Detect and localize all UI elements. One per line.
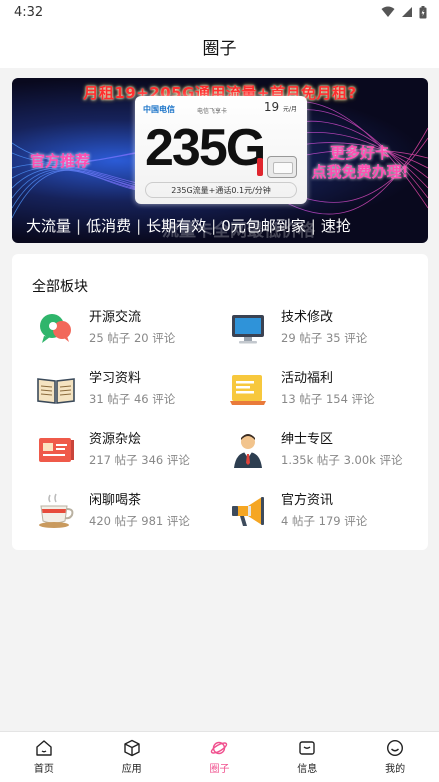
tab-label: 信息 <box>297 764 318 775</box>
board-name: 技术修改 <box>281 310 334 325</box>
board-item-chat-tea[interactable]: 闲聊喝茶 420 帖子 981 评论 <box>36 489 226 539</box>
status-icons <box>381 5 427 19</box>
cube-icon <box>123 739 140 757</box>
board-stats: 420 帖子 981 评论 <box>89 514 190 528</box>
wifi-icon <box>381 6 395 17</box>
promo-banner[interactable]: 月租19+205G通用流量+首月免月租? 中国电信 电信飞享卡 19 元/月 2… <box>12 78 428 243</box>
page-title-bar: 圈子 <box>0 24 439 68</box>
banner-right-text: 更多好卡 点我免费办理! <box>311 144 409 181</box>
page-title: 圈子 <box>202 38 237 59</box>
signal-icon <box>402 7 412 17</box>
board-name: 官方资讯 <box>281 493 334 508</box>
tab-home[interactable]: 首页 <box>0 732 88 782</box>
board-item-official-news[interactable]: 官方资讯 4 帖子 179 评论 <box>228 489 418 539</box>
board-name: 闲聊喝茶 <box>89 493 142 508</box>
board-stats: 25 帖子 20 评论 <box>89 331 176 345</box>
sim-big-text: 235G <box>145 119 266 177</box>
banner-left-text: 官方推荐 <box>30 152 91 170</box>
message-icon <box>299 741 315 755</box>
sim-chip-icon <box>267 156 297 178</box>
board-item-activity-benefit[interactable]: 活动福利 13 帖子 154 评论 <box>228 367 418 417</box>
home-icon <box>36 740 52 756</box>
megaphone-icon <box>232 497 264 526</box>
board-stats: 217 帖子 346 评论 <box>89 453 190 467</box>
board-stats: 4 帖子 179 评论 <box>281 514 368 528</box>
gentleman-icon <box>234 434 262 468</box>
chat-bubble-icon <box>40 314 71 343</box>
sim-type-label: 电信飞享卡 <box>197 108 228 115</box>
tab-label: 首页 <box>33 764 54 775</box>
sim-price: 19 元/月 <box>263 100 297 114</box>
open-book-icon <box>37 378 75 404</box>
board-stats: 13 帖子 154 评论 <box>281 392 375 406</box>
board-name: 开源交流 <box>89 310 142 325</box>
status-time: 4:32 <box>14 4 44 20</box>
tab-apps[interactable]: 应用 <box>88 732 176 782</box>
tab-me[interactable]: 我的 <box>351 732 439 782</box>
tab-label: 圈子 <box>209 764 230 775</box>
board-stats: 31 帖子 46 评论 <box>89 392 176 406</box>
tea-cup-icon <box>39 493 74 528</box>
banner-tag: 大流量 <box>26 217 72 235</box>
board-item-resource-mix[interactable]: 资源杂烩 217 帖子 346 评论 <box>36 428 226 478</box>
monitor-icon <box>232 315 264 344</box>
board-name: 绅士专区 <box>281 432 334 447</box>
board-item-tech-mod[interactable]: 技术修改 29 帖子 35 评论 <box>228 306 418 356</box>
tab-label: 我的 <box>385 764 406 775</box>
banner-tag: 低消费 <box>86 217 132 235</box>
sim-red-tag <box>257 158 263 176</box>
tab-label: 应用 <box>121 764 142 775</box>
slideshow-icon <box>39 438 74 462</box>
section-title: 全部板块 <box>32 279 88 295</box>
sim-card-graphic: 中国电信 电信飞享卡 19 元/月 235G 235G流量+通话0.1元/分钟 <box>135 96 307 204</box>
board-item-gentleman-zone[interactable]: 绅士专区 1.35k 帖子 3.00k 评论 <box>228 428 418 478</box>
boards-card: 全部板块 开源交流 25 帖子 20 评论 技术修改 29 帖子 35 评论 学… <box>12 254 428 550</box>
banner-tags: 大流量 | 低消费 | 长期有效 | 0元包邮到家 | 速抢 <box>26 215 356 236</box>
board-name: 资源杂烩 <box>89 432 142 447</box>
sim-footer-text: 235G流量+通话0.1元/分钟 <box>145 182 297 198</box>
status-bar: 4:32 <box>0 0 439 24</box>
gift-card-icon <box>230 375 266 405</box>
tab-circle[interactable]: 圈子 <box>176 732 264 782</box>
carrier-logo: 中国电信 <box>143 105 175 114</box>
board-name: 学习资料 <box>89 371 142 386</box>
banner-tag: 速抢 <box>320 217 351 235</box>
banner-tag: 长期有效 <box>146 217 207 235</box>
board-name: 活动福利 <box>281 371 334 386</box>
board-stats: 1.35k 帖子 3.00k 评论 <box>281 453 403 467</box>
tab-messages[interactable]: 信息 <box>263 732 351 782</box>
bottom-tab-bar: 首页 应用 圈子 信息 我的 <box>0 731 439 782</box>
smile-icon <box>387 739 404 757</box>
battery-icon <box>419 5 427 18</box>
board-item-open-source[interactable]: 开源交流 25 帖子 20 评论 <box>36 306 226 356</box>
board-item-study-material[interactable]: 学习资料 31 帖子 46 评论 <box>36 367 226 417</box>
planet-icon <box>211 741 228 755</box>
banner-tag: 0元包邮到家 <box>221 217 306 235</box>
board-stats: 29 帖子 35 评论 <box>281 331 368 345</box>
